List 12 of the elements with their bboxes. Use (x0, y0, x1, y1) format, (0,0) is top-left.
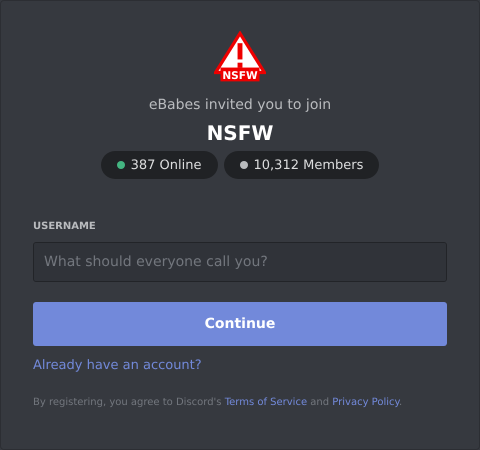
login-link[interactable]: Already have an account? (33, 358, 202, 373)
legal-text: By registering, you agree to Discord's Terms of Service and Privacy Policy. (33, 397, 402, 408)
field-label: USERNAME (33, 221, 97, 232)
username-field[interactable]: What should everyone call you? (33, 242, 447, 282)
terms-link[interactable]: Terms of Service (224, 397, 308, 408)
member-count-badge: 10,312 Members (224, 151, 380, 179)
continue-button[interactable]: Continue (33, 302, 447, 346)
server-logo: NSFW (214, 31, 266, 83)
invite-text: eBabes invited you to join (148, 97, 332, 113)
server-name: NSFW (206, 121, 274, 145)
privacy-link[interactable]: Privacy Policy (332, 397, 400, 408)
member-count-badge: 387 Online (100, 151, 218, 179)
